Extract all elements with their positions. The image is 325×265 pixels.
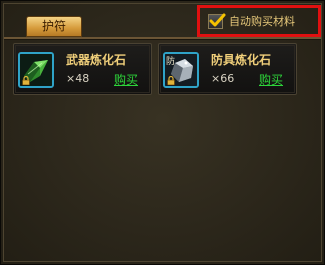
- item-quantity: ×66: [211, 72, 235, 85]
- item-prefix: 防: [166, 57, 176, 67]
- item-slot[interactable]: [18, 52, 54, 88]
- item-slot[interactable]: 防: [163, 52, 199, 88]
- lock-icon: [22, 76, 30, 85]
- item-card-armor-stone: 防 防具炼化石 ×66 购买: [158, 43, 297, 95]
- item-quantity: ×48: [66, 72, 90, 85]
- item-name: 防具炼化石: [211, 53, 272, 67]
- tab-divider: [4, 37, 321, 40]
- auto-buy-toggle[interactable]: 自动购买材料: [197, 5, 321, 37]
- auto-buy-label: 自动购买材料: [229, 15, 295, 28]
- tab-amulet[interactable]: 护符: [26, 16, 82, 37]
- item-name: 武器炼化石: [66, 53, 127, 67]
- forge-material-panel: 护符 自动购买材料 武器炼化石 ×48 购买 防 防具炼化石 ×66 购买: [0, 0, 325, 265]
- buy-button[interactable]: 购买: [259, 71, 283, 88]
- auto-buy-checkbox[interactable]: [208, 13, 226, 29]
- lock-icon: [167, 76, 175, 85]
- buy-button[interactable]: 购买: [114, 71, 138, 88]
- checkmark-icon: [209, 13, 226, 26]
- item-card-weapon-stone: 武器炼化石 ×48 购买: [13, 43, 152, 95]
